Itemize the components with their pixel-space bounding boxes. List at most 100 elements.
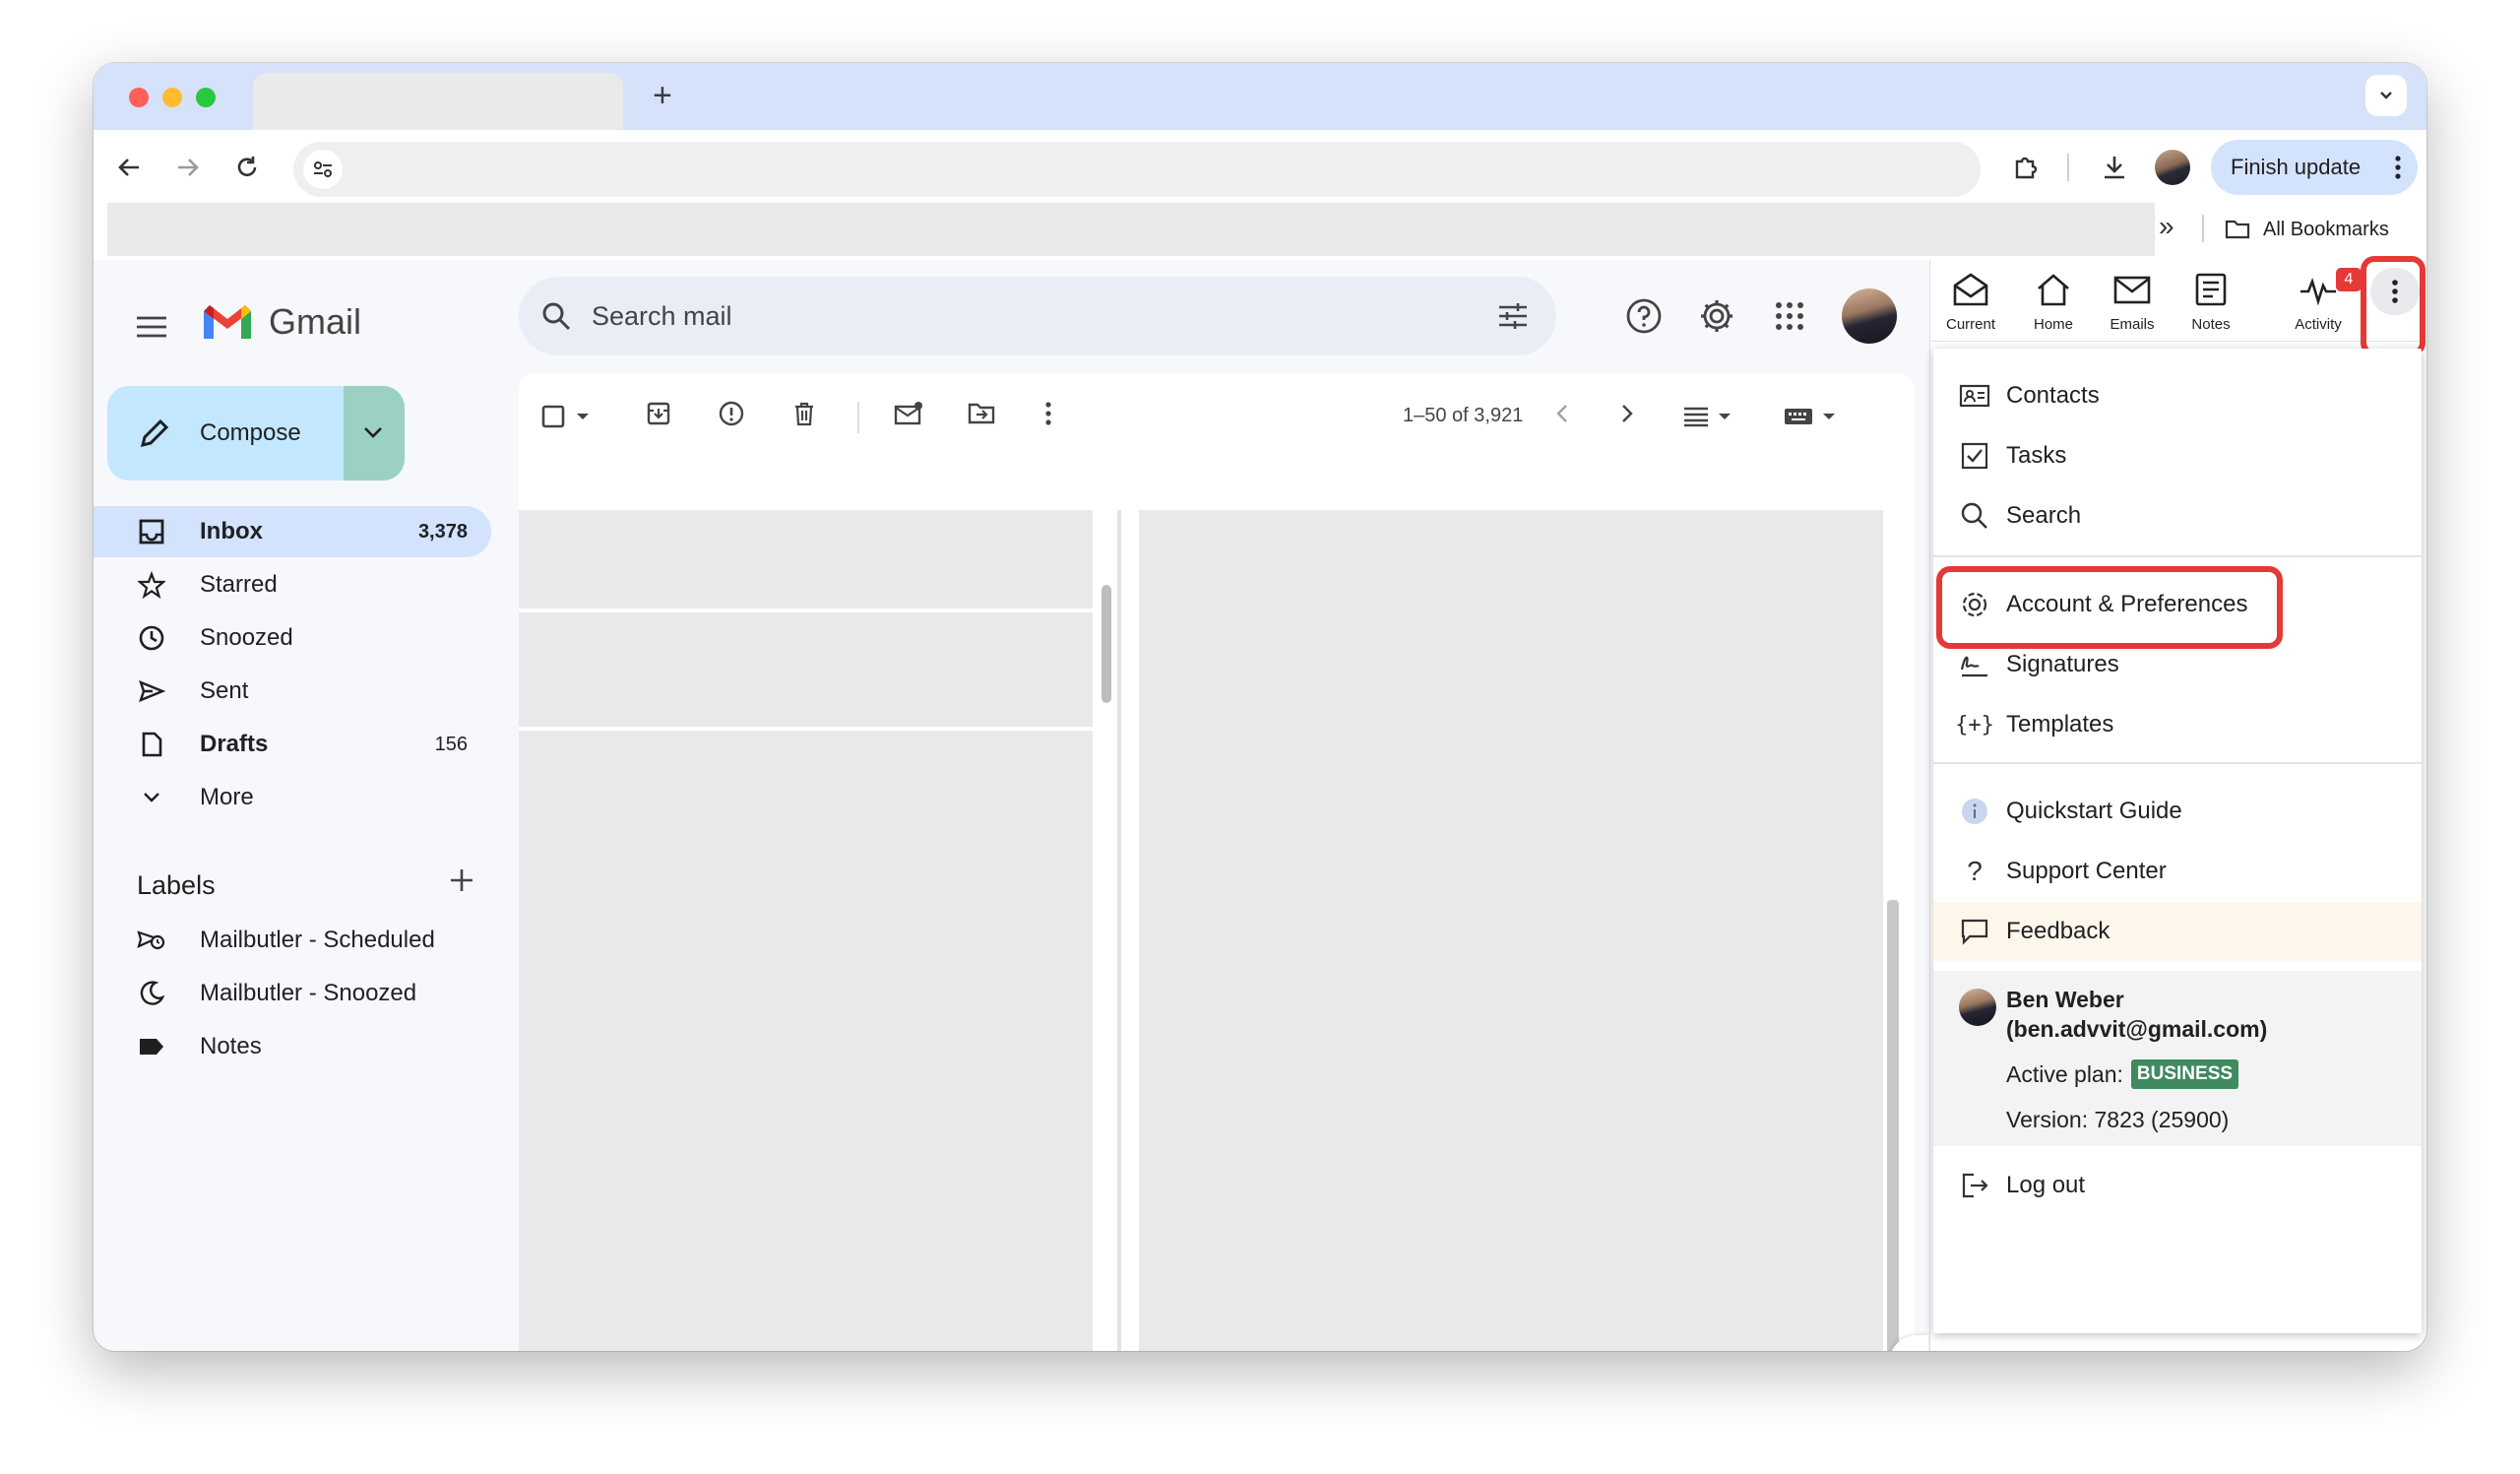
site-settings-button[interactable] bbox=[303, 150, 343, 189]
menu-item-search[interactable]: Search bbox=[1933, 486, 2422, 545]
finish-update-button[interactable]: Finish update bbox=[2211, 140, 2418, 195]
sidebar-tab-notes[interactable]: Notes bbox=[2176, 272, 2245, 333]
all-bookmarks-button[interactable]: All Bookmarks bbox=[2224, 213, 2389, 246]
mark-unread-button[interactable] bbox=[893, 398, 924, 429]
menu-item-log-out[interactable]: Log out bbox=[1933, 1156, 2422, 1215]
chevron-down-icon bbox=[361, 423, 385, 441]
menu-item-quickstart-guide[interactable]: Quickstart Guide bbox=[1933, 782, 2422, 841]
account-avatar[interactable] bbox=[1842, 288, 1897, 344]
email-row-placeholder[interactable] bbox=[519, 731, 1093, 1351]
nav-item-snoozed[interactable]: Snoozed bbox=[94, 612, 487, 664]
back-button[interactable] bbox=[111, 150, 147, 185]
split-pane-toggle[interactable] bbox=[1682, 406, 1732, 427]
input-tools-toggle[interactable] bbox=[1783, 406, 1836, 427]
search-bar[interactable]: Search mail bbox=[519, 277, 1556, 355]
apps-button[interactable] bbox=[1775, 301, 1804, 331]
email-row-placeholder[interactable] bbox=[519, 510, 1093, 609]
older-button[interactable] bbox=[1611, 398, 1643, 429]
hamburger-icon bbox=[135, 315, 168, 339]
downloads-button[interactable] bbox=[2097, 150, 2132, 185]
new-tab-button[interactable]: + bbox=[653, 79, 672, 112]
moon-icon bbox=[137, 979, 166, 1008]
gmail-logo[interactable]: Gmail bbox=[200, 301, 361, 343]
pane-divider[interactable] bbox=[1117, 510, 1121, 1351]
nav-item-drafts[interactable]: Drafts 156 bbox=[94, 719, 487, 770]
nav-item-starred[interactable]: Starred bbox=[94, 559, 487, 610]
delete-button[interactable] bbox=[788, 398, 820, 429]
menu-item-signatures[interactable]: Signatures bbox=[1933, 635, 2422, 694]
menu-item-feedback[interactable]: Feedback bbox=[1933, 902, 2422, 961]
sidebar-tab-label: Home bbox=[2033, 316, 2073, 333]
menu-item-contacts[interactable]: Contacts bbox=[1933, 366, 2422, 425]
menu-item-support-center[interactable]: ? Support Center bbox=[1933, 842, 2422, 901]
sidebar-tab-emails[interactable]: Emails bbox=[2098, 272, 2167, 333]
reading-scrollbar[interactable] bbox=[1887, 900, 1899, 1351]
gmail-app: Gmail Search mail Compose Inbox 3,378 St… bbox=[94, 260, 1934, 1351]
address-bar[interactable] bbox=[293, 142, 1981, 197]
nav-item-inbox[interactable]: Inbox 3,378 bbox=[94, 506, 487, 557]
report-spam-button[interactable] bbox=[716, 398, 747, 429]
inbox-icon bbox=[137, 517, 166, 546]
email-row-placeholder[interactable] bbox=[519, 612, 1093, 727]
move-to-button[interactable] bbox=[966, 398, 997, 429]
browser-tab[interactable] bbox=[253, 73, 623, 130]
label-item-mailbutler-snoozed[interactable]: Mailbutler - Snoozed bbox=[94, 968, 487, 1019]
contacts-icon bbox=[1959, 380, 1990, 412]
templates-icon: {+} bbox=[1955, 712, 1994, 737]
menu-item-label: Search bbox=[2006, 502, 2082, 529]
menu-item-label: Feedback bbox=[2006, 918, 2110, 944]
extensions-button[interactable] bbox=[2008, 150, 2044, 185]
settings-button[interactable] bbox=[1698, 297, 1735, 335]
menu-item-tasks[interactable]: Tasks bbox=[1933, 426, 2422, 485]
search-options-icon[interactable] bbox=[1497, 300, 1529, 332]
help-icon bbox=[1625, 297, 1663, 335]
tab-search-button[interactable] bbox=[2365, 75, 2407, 116]
main-menu-button[interactable] bbox=[135, 315, 168, 339]
label-name: Notes bbox=[200, 1033, 262, 1059]
sidebar-tab-home[interactable]: Home bbox=[2019, 272, 2088, 333]
bookmarks-overflow-button[interactable]: » bbox=[2159, 211, 2174, 242]
menu-item-templates[interactable]: {+} Templates bbox=[1933, 695, 2422, 754]
label-icon bbox=[137, 1032, 166, 1061]
menu-item-label: Support Center bbox=[2006, 858, 2167, 884]
newer-button[interactable] bbox=[1546, 398, 1578, 429]
minimize-window-button[interactable] bbox=[162, 88, 182, 107]
gmail-wordmark: Gmail bbox=[269, 301, 362, 342]
nav-label: Starred bbox=[200, 571, 278, 598]
finish-update-label: Finish update bbox=[2231, 155, 2362, 179]
search-icon bbox=[1959, 500, 1990, 532]
view-list-icon bbox=[1682, 406, 1710, 427]
more-vert-icon bbox=[1044, 401, 1052, 426]
more-actions-button[interactable] bbox=[1033, 398, 1064, 429]
compose-options-button[interactable] bbox=[344, 386, 405, 481]
forward-button[interactable] bbox=[170, 150, 206, 185]
plus-icon bbox=[448, 866, 475, 894]
close-window-button[interactable] bbox=[129, 88, 149, 107]
create-label-button[interactable] bbox=[448, 866, 475, 894]
arrow-left-icon bbox=[115, 154, 143, 181]
archive-button[interactable] bbox=[643, 398, 674, 429]
all-bookmarks-label: All Bookmarks bbox=[2263, 218, 2389, 240]
nav-item-sent[interactable]: Sent bbox=[94, 666, 487, 717]
list-scrollbar[interactable] bbox=[1102, 585, 1111, 703]
search-input[interactable]: Search mail bbox=[592, 301, 732, 332]
menu-item-label: Signatures bbox=[2006, 651, 2119, 677]
compose-button[interactable]: Compose bbox=[107, 386, 405, 481]
menu-item-label: Templates bbox=[2006, 711, 2114, 737]
account-avatar bbox=[1959, 989, 1996, 1026]
label-item-notes[interactable]: Notes bbox=[94, 1021, 487, 1072]
support-button[interactable] bbox=[1625, 297, 1663, 335]
zoom-window-button[interactable] bbox=[196, 88, 216, 107]
caret-down-icon bbox=[1822, 412, 1836, 421]
nav-item-more[interactable]: More bbox=[94, 772, 487, 823]
reload-button[interactable] bbox=[229, 150, 265, 185]
sidebar-tab-current[interactable]: Current bbox=[1936, 272, 2005, 333]
download-icon bbox=[2100, 153, 2129, 182]
label-item-mailbutler-scheduled[interactable]: Mailbutler - Scheduled bbox=[94, 915, 487, 966]
mail-icon bbox=[2112, 272, 2152, 307]
select-all-checkbox[interactable] bbox=[540, 404, 590, 429]
profile-avatar[interactable] bbox=[2155, 150, 2190, 185]
more-vert-icon bbox=[2394, 154, 2402, 181]
label-name: Mailbutler - Snoozed bbox=[200, 980, 417, 1006]
nav-label: Snoozed bbox=[200, 624, 293, 651]
